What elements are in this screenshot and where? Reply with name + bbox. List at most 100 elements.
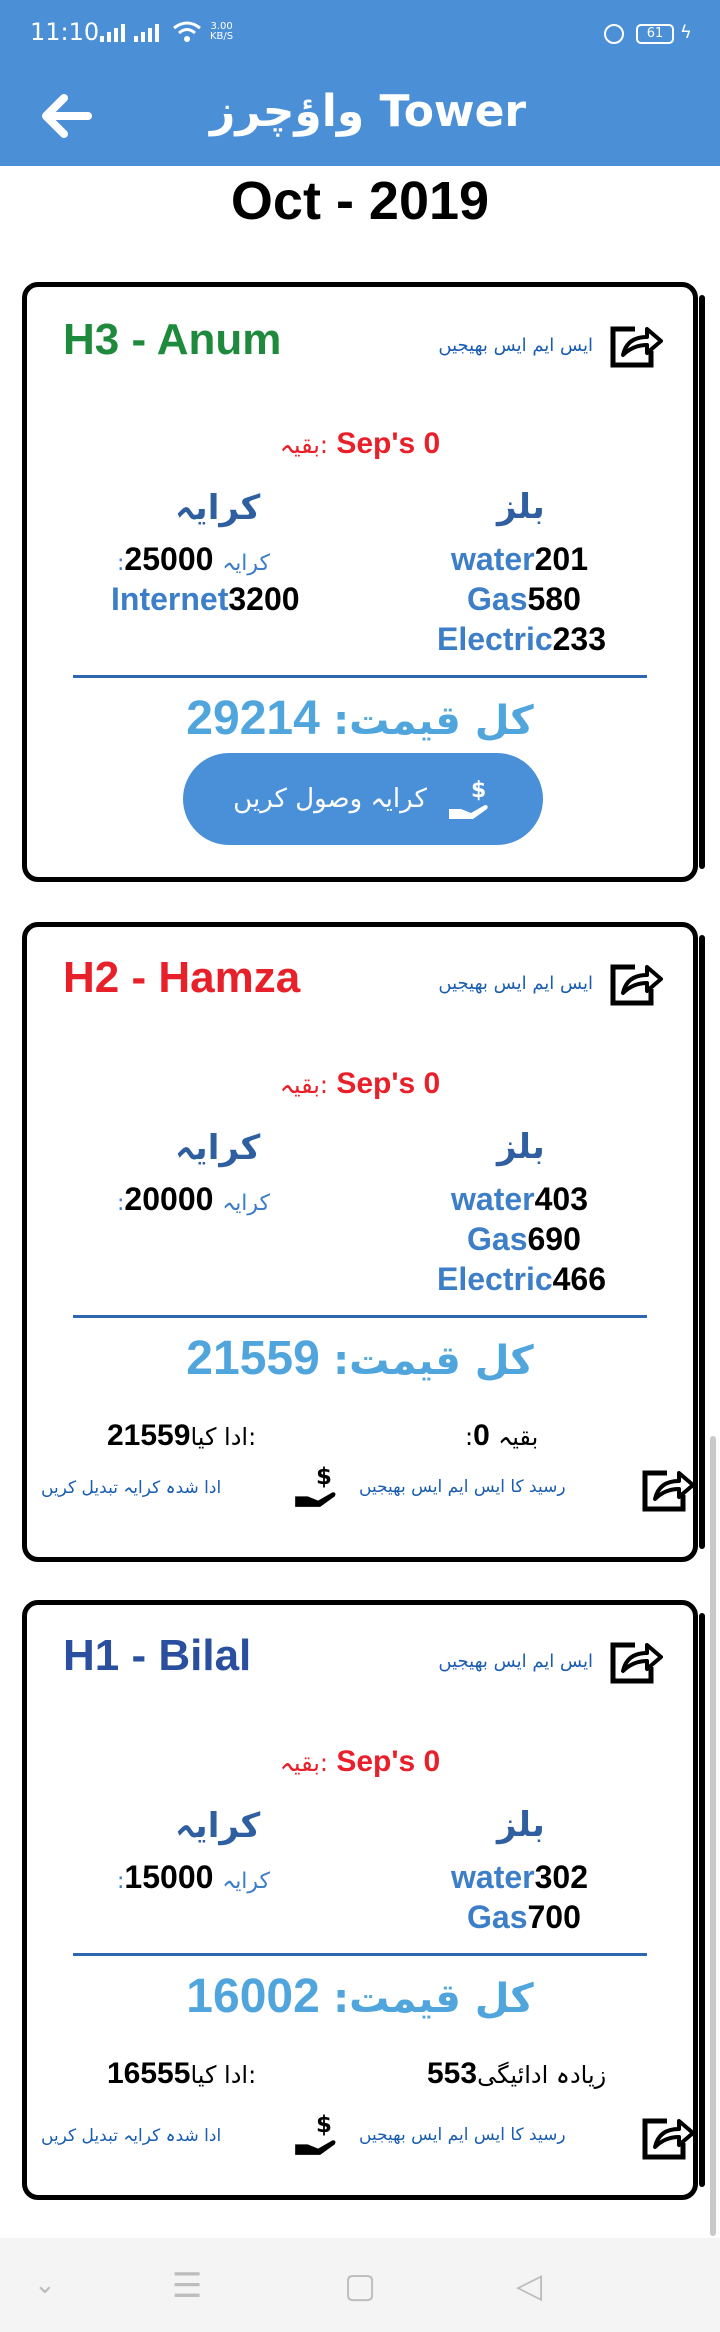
- send-sms-link[interactable]: ایس ایم ایس بھیجیں: [438, 1651, 593, 1672]
- bills-header: بلز: [497, 1805, 545, 1845]
- tenant-card-h2: H2 - Hamza ایس ایم ایس بھیجیں بقیہ: Sep'…: [22, 922, 705, 1562]
- internet-row: Internet3200: [111, 581, 300, 618]
- rent-row: :کرایہ 15000: [117, 1859, 270, 1896]
- total-value: 29214: [186, 692, 320, 745]
- charging-icon: ϟ: [680, 22, 692, 43]
- rent-header: کرایہ: [175, 1806, 261, 1846]
- divider: [73, 1315, 647, 1318]
- rent-value: 20000: [124, 1181, 214, 1217]
- total-amount: کل قیمت: 16002: [27, 1969, 693, 2024]
- tenant-card-h1: H1 - Bilal ایس ایم ایس بھیجیں بقیہ: Sep'…: [22, 1600, 705, 2200]
- extra-paid-value: 553: [427, 2057, 478, 2090]
- electric-label: Electric: [437, 1261, 553, 1297]
- tenant-name: H2 - Hamza: [63, 953, 301, 1002]
- balance-value: Sep's 0: [336, 427, 441, 460]
- water-value: 201: [534, 541, 588, 577]
- total-amount: کل قیمت: 21559: [27, 1331, 693, 1386]
- paid-row: 21559ادا کیا:: [107, 1419, 256, 1453]
- signal-icon-2: [134, 20, 159, 42]
- balance-label: بقیہ:: [279, 431, 328, 459]
- remaining-row: :بقیہ 0: [465, 1419, 538, 1453]
- back-icon[interactable]: ◁: [516, 2266, 542, 2306]
- battery-icon: 61: [636, 24, 674, 44]
- internet-value: 3200: [228, 581, 300, 617]
- network-speed: 3.00 KB/S: [210, 22, 233, 42]
- receipt-sms-link[interactable]: رسید کا ایس ایم ایس بھیجیں: [359, 2125, 566, 2145]
- bills-header: بلز: [497, 487, 545, 527]
- back-arrow-icon[interactable]: [38, 88, 94, 144]
- wifi-icon: [173, 21, 201, 42]
- svg-text:$: $: [316, 1464, 332, 1490]
- remaining-value: 0: [473, 1419, 490, 1452]
- hand-coin-icon[interactable]: $: [289, 2109, 343, 2159]
- water-row: water403: [451, 1181, 588, 1218]
- card-shadow-edge: [699, 1613, 705, 2187]
- total-amount: کل قیمت: 29214: [27, 691, 693, 746]
- electric-label: Electric: [437, 621, 553, 657]
- gas-label: Gas: [467, 1221, 528, 1257]
- change-paid-rent-link[interactable]: ادا شدہ کرایہ تبدیل کریں: [41, 2125, 221, 2146]
- receipt-sms-link[interactable]: رسید کا ایس ایم ایس بھیجیں: [359, 1477, 566, 1497]
- share-icon[interactable]: [639, 2113, 695, 2163]
- rent-row: :کرایہ 20000: [117, 1181, 270, 1218]
- water-row: water201: [451, 541, 588, 578]
- total-label: کل قیمت:: [333, 1338, 534, 1384]
- gas-label: Gas: [467, 581, 528, 617]
- internet-label: Internet: [111, 581, 229, 617]
- paid-value: 21559: [107, 1419, 191, 1452]
- tenant-card-h3: H3 - Anum ایس ایم ایس بھیجیں بقیہ: Sep's…: [22, 282, 705, 882]
- electric-value: 233: [552, 621, 607, 657]
- scrollbar[interactable]: [710, 1436, 716, 2236]
- send-sms-link[interactable]: ایس ایم ایس بھیجیں: [438, 335, 593, 356]
- rent-value: 25000: [124, 541, 214, 577]
- svg-text:$: $: [471, 778, 486, 803]
- water-label: water: [451, 1859, 535, 1895]
- gas-row: Gas690: [467, 1221, 581, 1258]
- gas-label: Gas: [467, 1899, 528, 1935]
- chevron-down-icon[interactable]: ⌄: [34, 2270, 56, 2300]
- svg-text:$: $: [316, 2112, 332, 2138]
- share-icon[interactable]: [607, 321, 663, 371]
- app-title: واؤچرز Tower: [210, 86, 527, 137]
- rent-row: :کرایہ 25000: [117, 541, 270, 578]
- electric-row: Electric466: [437, 1261, 606, 1298]
- system-nav-bar: ⌄ ☰ ▢ ◁: [0, 2238, 720, 2332]
- month-heading: Oct - 2019: [230, 171, 490, 231]
- collect-rent-button[interactable]: کرایہ وصول کریں $: [183, 753, 543, 845]
- change-paid-rent-link[interactable]: ادا شدہ کرایہ تبدیل کریں: [41, 1477, 221, 1498]
- share-icon[interactable]: [607, 1637, 663, 1687]
- home-icon[interactable]: ▢: [344, 2266, 376, 2306]
- total-value: 16002: [186, 1970, 320, 2023]
- tenant-name: H3 - Anum: [63, 315, 282, 364]
- previous-balance: بقیہ: Sep's 0: [27, 1745, 693, 1779]
- total-label: کل قیمت:: [333, 1976, 534, 2022]
- speed-unit: KB/S: [210, 31, 234, 42]
- water-value: 403: [534, 1181, 588, 1217]
- previous-balance: بقیہ: Sep's 0: [27, 427, 693, 461]
- share-icon[interactable]: [639, 1465, 695, 1515]
- card-shadow-edge: [699, 295, 705, 869]
- water-label: water: [451, 541, 535, 577]
- divider: [73, 1953, 647, 1956]
- gas-value: 690: [527, 1221, 581, 1257]
- gas-row: Gas580: [467, 581, 581, 618]
- gas-value: 700: [527, 1899, 581, 1935]
- send-sms-link[interactable]: ایس ایم ایس بھیجیں: [438, 973, 593, 994]
- hand-coin-icon[interactable]: $: [289, 1461, 343, 1511]
- battery-level: 61: [646, 26, 664, 41]
- electric-value: 466: [552, 1261, 607, 1297]
- balance-label: بقیہ:: [279, 1749, 328, 1777]
- paid-label: ادا کیا:: [190, 1423, 257, 1451]
- extra-paid-row: 553زیادہ ادائیگی: [427, 2057, 606, 2091]
- status-time: 11:10: [30, 18, 100, 46]
- sync-icon: [604, 24, 624, 44]
- electric-row: Electric233: [437, 621, 606, 658]
- gas-value: 580: [527, 581, 581, 617]
- rent-value: 15000: [124, 1859, 214, 1895]
- paid-row: 16555ادا کیا:: [107, 2057, 256, 2091]
- share-icon[interactable]: [607, 959, 663, 1009]
- menu-icon[interactable]: ☰: [172, 2266, 202, 2306]
- card-shadow-edge: [699, 935, 705, 1549]
- water-row: water302: [451, 1859, 588, 1896]
- status-bar: 11:10 3.00 KB/S 61 ϟ: [0, 0, 720, 64]
